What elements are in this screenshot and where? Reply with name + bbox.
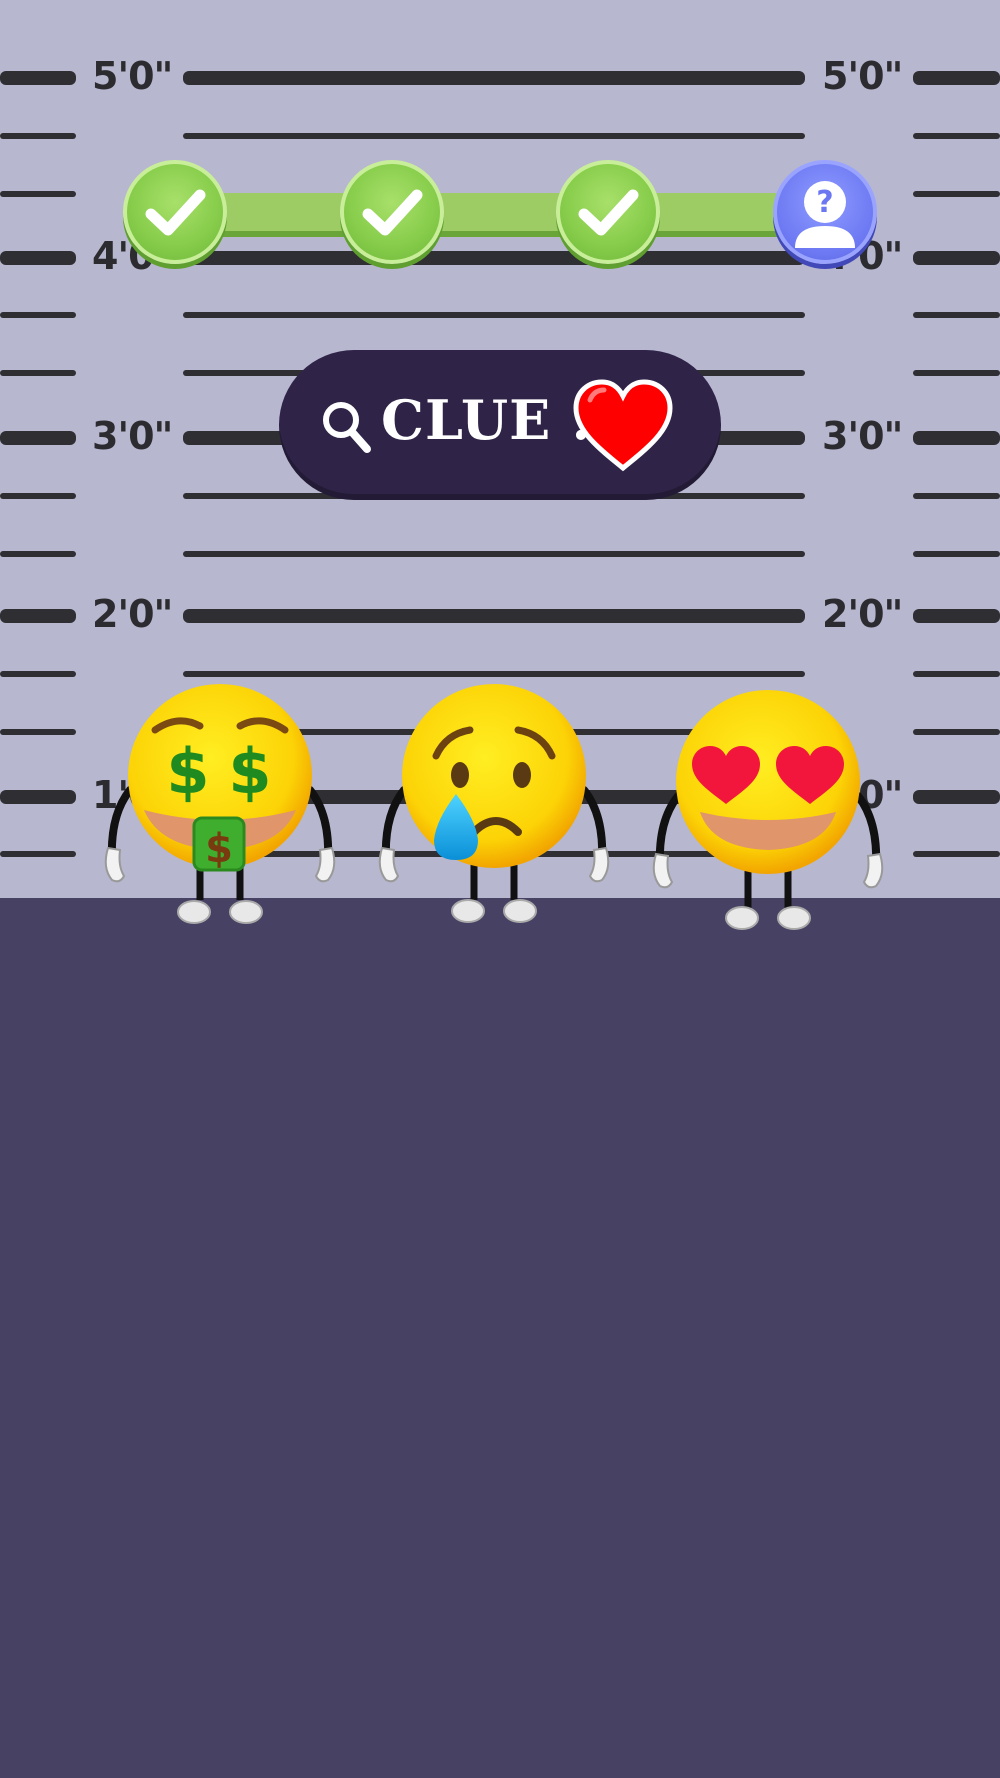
height-line-minor [913,551,1000,557]
height-line-major [183,609,805,623]
suspect-crying[interactable] [374,680,614,934]
height-label-left: 2'0" [92,592,173,636]
height-line-minor [913,851,1000,857]
clue-panel: CLUE : [279,350,721,500]
money-mouth-emoji: $ $ $ [104,684,336,924]
height-label-right: 3'0" [822,414,903,458]
height-line-minor [0,551,76,557]
checkmark-icon [578,189,639,236]
progress-step-1 [123,160,227,264]
suspect-heart-eyes[interactable] [648,686,888,940]
height-label-right: 2'0" [822,592,903,636]
progress-step-2 [340,160,444,264]
height-line-major [0,431,76,445]
question-suspect-icon: ? [795,181,855,248]
height-line-major [913,609,1000,623]
height-line-major [0,609,76,623]
svg-text:?: ? [816,185,833,220]
height-line-major [913,790,1000,804]
clue-label: CLUE : [381,388,592,452]
height-line-minor [0,370,76,376]
lineup-floor [0,898,1000,1778]
progress-step-4: ? [773,160,877,264]
height-line-minor [183,551,805,557]
checkmark-icon [362,189,423,236]
checkmark-icon [145,189,206,236]
height-line-minor [0,671,76,677]
height-label-left: 3'0" [92,414,173,458]
height-line-minor [183,312,805,318]
svg-text:$: $ [166,735,209,808]
magnifier-icon [323,402,371,453]
height-line-minor [913,370,1000,376]
height-line-minor [0,493,76,499]
height-line-minor [913,312,1000,318]
height-line-minor [0,851,76,857]
height-line-minor [913,671,1000,677]
height-line-minor [0,312,76,318]
crying-emoji [378,684,610,923]
suspect-money-mouth[interactable]: $ $ $ [100,680,340,934]
progress-track [170,193,830,237]
height-line-minor [183,671,805,677]
svg-text:$: $ [205,826,233,872]
height-line-minor [913,493,1000,499]
svg-text:$: $ [228,735,271,808]
level-progress: ? [0,0,1000,300]
height-line-minor [913,729,1000,735]
heart-eyes-emoji [652,690,884,930]
height-line-major [913,431,1000,445]
height-line-major [0,790,76,804]
height-line-minor [0,729,76,735]
red-heart-icon [573,379,673,472]
progress-step-3 [556,160,660,264]
